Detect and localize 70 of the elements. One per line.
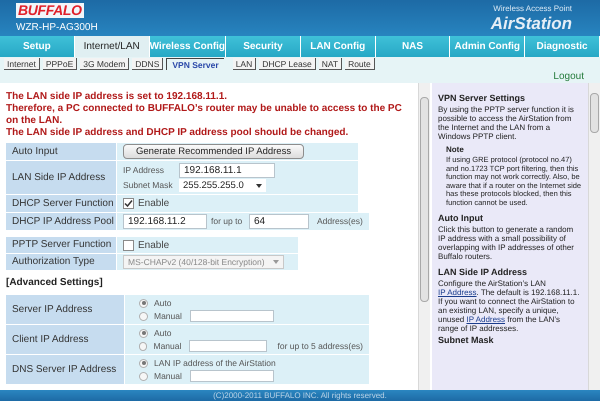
dropdown-icon: [272, 260, 279, 264]
field-label: for up to 5 address(es): [277, 340, 363, 352]
dropdown-icon: [256, 184, 262, 188]
section-heading: [Advanced Settings]: [6, 277, 104, 289]
input-field[interactable]: [190, 370, 274, 382]
row-label: Auto Input: [6, 143, 116, 161]
radio-button[interactable]: [139, 358, 148, 368]
nav-tab[interactable]: Internet/LAN: [74, 36, 150, 57]
sub-tab[interactable]: 3G Modem: [80, 58, 130, 70]
subnet-mask-select[interactable]: 255.255.255.0: [179, 179, 266, 192]
sub-tab[interactable]: DDNS: [132, 58, 164, 70]
input-field[interactable]: 64: [249, 214, 309, 229]
row-label: Server IP Address: [6, 295, 124, 325]
sub-tab[interactable]: Internet: [4, 58, 40, 70]
brand-logo: BUFFALO: [16, 3, 84, 18]
input-field[interactable]: [190, 310, 274, 322]
field-label: IP Address: [123, 165, 165, 176]
help-heading: Subnet Mask: [438, 335, 495, 346]
sub-tab[interactable]: PPPoE: [42, 58, 78, 70]
help-heading: Auto Input: [438, 213, 484, 224]
model-name: WZR-HP-AG300H: [16, 21, 98, 35]
sub-tab[interactable]: DHCP Lease: [259, 58, 316, 70]
warning-text: The LAN side IP address is set to 192.168.11.1. Therefore, a PC connected to BUFFALO’s router may be unable to access to the PC on the LAN. The LAN side IP address and DHCP IP address pool should be changed.: [6, 91, 403, 139]
radio-label: Auto: [154, 328, 172, 338]
row-label: Client IP Address: [6, 325, 124, 355]
help-heading: Note: [446, 145, 465, 155]
field-label: for up to: [211, 216, 244, 227]
checkbox[interactable]: [123, 198, 134, 209]
field-label: Address(es): [317, 216, 363, 227]
radio-label: Manual: [153, 340, 182, 352]
row-label: Authorization Type: [6, 254, 116, 271]
help-text: Click this button to generate a random IP address with a small possibility of overlapping with IP addresses of other Buffalo routers.: [438, 225, 575, 261]
radio-label: Auto: [154, 298, 172, 308]
help-text: By using the PPTP server function it is possible to access the AirStation from the Internet and the LAN from a Windows PPTP client.: [438, 105, 575, 141]
sub-tab[interactable]: VPN Server: [166, 58, 224, 70]
radio-button[interactable]: [139, 342, 148, 350]
sub-tab[interactable]: LAN: [232, 58, 256, 70]
radio-label: Manual: [154, 370, 183, 382]
help-heading: LAN Side IP Address: [438, 267, 528, 278]
checkbox-label: Enable: [138, 238, 170, 252]
help-heading: VPN Server Settings: [438, 93, 526, 104]
copyright-text: (C)2000-2011 BUFFALO INC. All rights reserved.: [213, 391, 387, 400]
scrollbar[interactable]: [588, 83, 600, 390]
product-line: Wireless Access Point: [493, 3, 572, 15]
radio-label: Manual: [154, 310, 183, 322]
scrollbar[interactable]: [418, 83, 430, 390]
logout-link[interactable]: Logout: [553, 71, 584, 83]
sub-tab[interactable]: Route: [345, 58, 375, 70]
row-label: PPTP Server Function: [6, 237, 116, 254]
generate-ip-button[interactable]: Generate Recommended IP Address: [123, 144, 304, 159]
field-label: Subnet Mask: [123, 180, 174, 191]
sub-tab[interactable]: NAT: [318, 58, 342, 70]
row-label: DNS Server IP Address: [6, 355, 124, 385]
radio-button[interactable]: [139, 312, 148, 320]
ip-address-link[interactable]: IP Address: [466, 315, 506, 324]
row-label: DHCP Server Function: [6, 195, 116, 213]
radio-button[interactable]: [139, 298, 148, 308]
input-field[interactable]: 192.168.11.2: [123, 214, 207, 229]
checkbox[interactable]: [123, 240, 134, 250]
row-label: LAN Side IP Address: [6, 161, 116, 195]
checkbox-label: Enable: [138, 197, 170, 211]
product-logo: AirStation: [490, 15, 572, 32]
radio-button[interactable]: [139, 372, 148, 380]
input-field[interactable]: 192.168.11.1: [179, 163, 275, 178]
row-label: DHCP IP Address Pool: [6, 213, 116, 231]
radio-button[interactable]: [139, 328, 148, 338]
ip-address-link[interactable]: IP Address: [438, 288, 477, 297]
help-text: Configure the AirStation’s LAN IP Address. The default is 192.168.11.1. If you want to connect the AirStation to an existing LAN, specify a unique, unused IP Address from the LAN’s range of IP addresses.: [438, 279, 580, 333]
input-field[interactable]: [189, 340, 268, 352]
radio-label: LAN IP address of the AirStation: [154, 358, 276, 368]
